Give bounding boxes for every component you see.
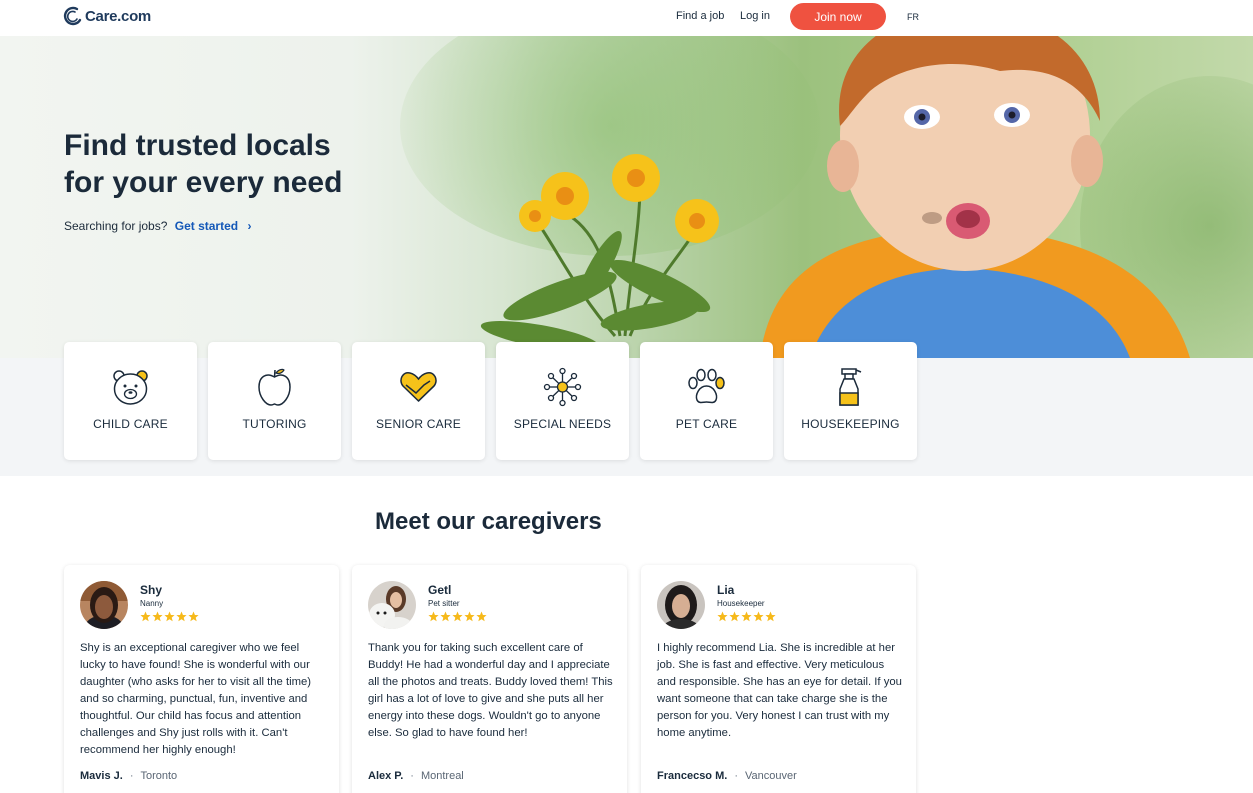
review-footer: Francecso M. · Vancouver <box>657 770 797 782</box>
category-card-tutoring[interactable]: TUTORING <box>208 342 341 460</box>
caregiver-role: Housekeeper <box>717 599 765 608</box>
review-city: Montreal <box>420 770 464 782</box>
review-city: Toronto <box>140 770 178 782</box>
caregiver-name: Shy <box>140 583 163 597</box>
review-text: Shy is an exceptional caregiver who we f… <box>80 642 312 756</box>
site-header: Care.com Find a job Log in Join now FR <box>0 0 1253 36</box>
star-icon <box>729 611 740 622</box>
star-icon <box>765 611 776 622</box>
category-card-child-care[interactable]: CHILD CARE <box>64 342 197 460</box>
star-rating <box>428 611 487 622</box>
category-card-special-needs[interactable]: SPECIAL NEEDS <box>496 342 629 460</box>
star-icon <box>440 611 451 622</box>
review-card-lia[interactable]: Lia Housekeeper I highly recommend Lia. … <box>641 565 916 793</box>
star-icon <box>476 611 487 622</box>
nav-log-in-link[interactable]: Log in <box>740 10 770 22</box>
review-card-shy[interactable]: Shy Nanny Shy is an exceptional caregive… <box>64 565 339 793</box>
star-icon <box>188 611 199 622</box>
category-label: CHILD CARE <box>93 417 168 431</box>
review-author: Alex P. <box>368 770 404 782</box>
heart-hands-icon <box>400 371 437 403</box>
hero-title: Find trusted locals for your every need <box>64 127 424 201</box>
star-icon <box>741 611 752 622</box>
avatar <box>80 581 128 629</box>
chevron-right-icon[interactable]: › <box>247 219 251 233</box>
category-card-housekeeping[interactable]: HOUSEKEEPING <box>784 342 917 460</box>
logo-text: Care.com <box>85 7 151 25</box>
separator-dot: · <box>734 770 738 782</box>
category-card-senior-care[interactable]: SENIOR CARE <box>352 342 485 460</box>
star-icon <box>140 611 151 622</box>
network-icon <box>543 367 582 407</box>
star-icon <box>452 611 463 622</box>
category-label: PET CARE <box>675 417 738 431</box>
join-now-button[interactable]: Join now <box>790 3 886 30</box>
review-author: Mavis J. <box>80 770 123 782</box>
nav-find-a-job-link[interactable]: Find a job <box>676 10 724 22</box>
caregiver-name: Getl <box>428 583 452 597</box>
category-card-pet-care[interactable]: PET CARE <box>640 342 773 460</box>
hero-subtext: Searching for jobs? Get started › <box>64 219 251 233</box>
review-text: I highly recommend Lia. She is incredibl… <box>657 642 902 739</box>
review-card-getl[interactable]: Getl Pet sitter Thank you for taking suc… <box>352 565 627 793</box>
caregiver-role: Nanny <box>140 599 164 608</box>
star-rating <box>140 611 199 622</box>
caregiver-name: Lia <box>717 583 735 597</box>
care-logo[interactable]: Care.com <box>63 5 151 27</box>
avatar-photo-shy <box>80 581 128 629</box>
star-icon <box>717 611 728 622</box>
category-label: HOUSEKEEPING <box>801 417 900 431</box>
avatar-photo-lia <box>657 581 705 629</box>
avatar <box>368 581 416 629</box>
review-footer: Alex P. · Montreal <box>368 770 464 782</box>
caregiver-role: Pet sitter <box>428 599 460 608</box>
hero-title-line-1: Find trusted locals <box>64 129 331 162</box>
review-footer: Mavis J. · Toronto <box>80 770 177 782</box>
separator-dot: · <box>129 770 134 782</box>
separator-dot: · <box>410 770 414 782</box>
logo-swoosh-icon <box>63 6 82 26</box>
category-label: TUTORING <box>242 417 307 431</box>
category-label: SENIOR CARE <box>376 417 461 431</box>
hero-banner: Find trusted locals for your every need … <box>0 36 1253 358</box>
avatar-photo-getl <box>368 581 416 629</box>
language-fr-link[interactable]: FR <box>907 12 919 22</box>
meet-caregivers-title: Meet our caregivers <box>375 508 602 535</box>
apple-icon <box>258 368 291 406</box>
paw-icon <box>688 368 725 404</box>
bear-icon <box>113 370 148 405</box>
hero-title-line-2: for your every need <box>64 166 343 199</box>
star-rating <box>717 611 776 622</box>
star-icon <box>176 611 187 622</box>
review-text: Thank you for taking such excellent care… <box>368 642 613 739</box>
star-icon <box>464 611 475 622</box>
category-label: SPECIAL NEEDS <box>513 417 612 431</box>
searching-jobs-text: Searching for jobs? <box>64 219 168 233</box>
get-started-link[interactable]: Get started <box>175 219 238 233</box>
review-city: Vancouver <box>744 770 797 782</box>
review-author: Francecso M. <box>657 770 728 782</box>
star-icon <box>753 611 764 622</box>
star-icon <box>164 611 175 622</box>
spray-bottle-icon <box>839 368 862 406</box>
avatar <box>657 581 705 629</box>
star-icon <box>152 611 163 622</box>
star-icon <box>428 611 439 622</box>
